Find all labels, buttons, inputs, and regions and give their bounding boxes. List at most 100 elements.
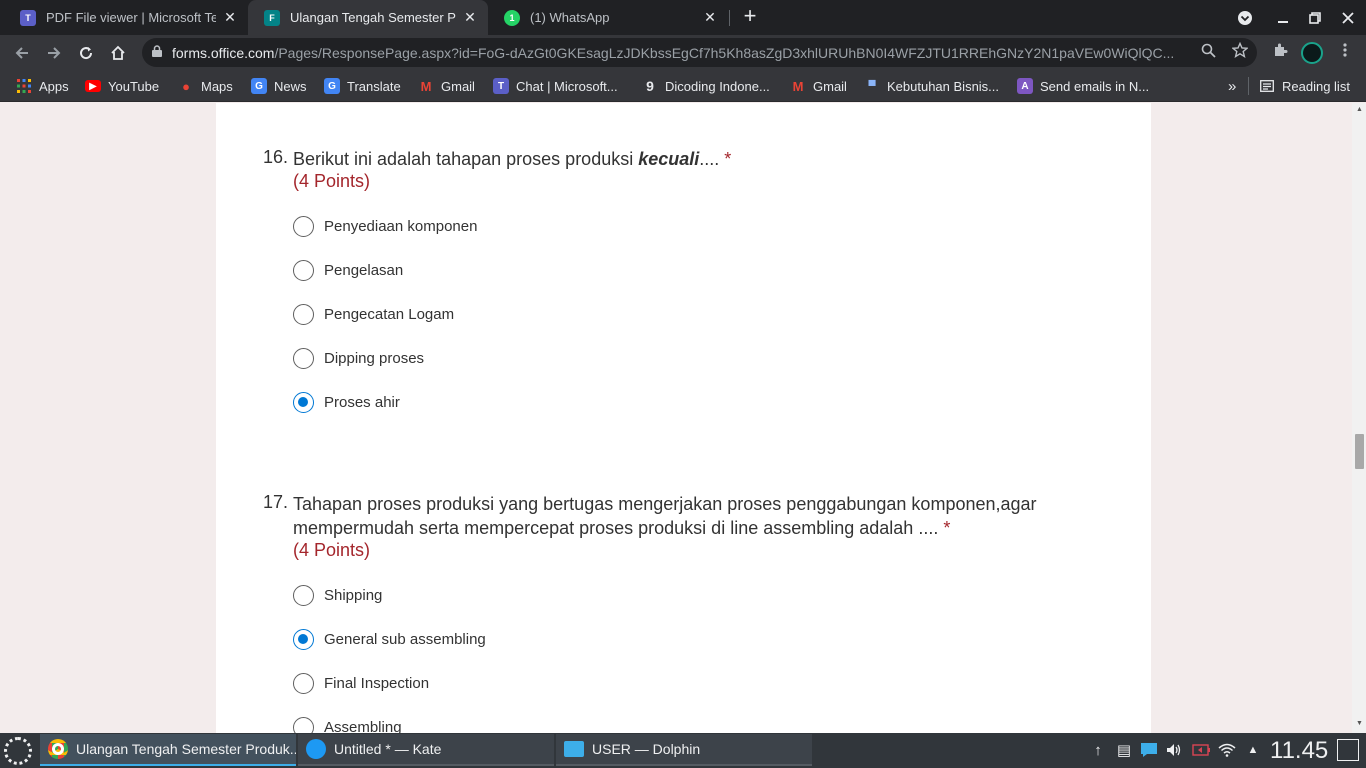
radio-button[interactable]: [293, 303, 314, 325]
application-launcher-icon[interactable]: [4, 737, 32, 765]
bookmark-label: Send emails in N...: [1040, 78, 1150, 94]
wifi-icon[interactable]: [1217, 739, 1237, 761]
new-tab-button[interactable]: +: [738, 5, 762, 29]
task-label: Ulangan Tengah Semester Produk...: [76, 741, 296, 757]
restore-icon[interactable]: [1299, 0, 1331, 35]
page-scrollbar[interactable]: ▲ ▼: [1352, 103, 1366, 733]
reading-list-label: Reading list: [1282, 78, 1350, 94]
option-label: Proses ahir: [324, 393, 400, 411]
teams-icon: T: [20, 9, 36, 26]
clock[interactable]: 11.45: [1270, 737, 1328, 765]
bookmark-gmail-2[interactable]: M Gmail: [790, 77, 847, 95]
required-mark: *: [724, 149, 732, 169]
chrome-menu-icon[interactable]: [1333, 38, 1357, 62]
radio-button[interactable]: [293, 584, 314, 606]
taskbar: Ulangan Tengah Semester Produk... Untitl…: [0, 733, 1366, 768]
radio-button[interactable]: [293, 347, 314, 369]
task-label: USER — Dolphin: [592, 741, 701, 757]
required-mark: *: [943, 518, 951, 538]
profile-avatar[interactable]: [1301, 42, 1323, 64]
bookmark-label: Maps: [201, 78, 233, 94]
option-penyediaan-komponen[interactable]: Penyediaan komponen: [293, 215, 477, 237]
tab-title: (1) WhatsApp: [530, 10, 610, 25]
option-final-inspection[interactable]: Final Inspection: [293, 672, 429, 694]
forward-icon[interactable]: [39, 38, 69, 68]
minimize-icon[interactable]: [1267, 0, 1299, 35]
bookmarks-separator: [1248, 77, 1249, 95]
option-label: Assembling: [324, 718, 402, 734]
bookmark-dicoding[interactable]: 9 Dicoding Indone...: [642, 77, 770, 95]
tab-pdf-viewer[interactable]: T PDF File viewer | Microsoft Te ✕: [4, 0, 248, 35]
bookmark-kebutuhan-bisnis[interactable]: ▀ Kebutuhan Bisnis...: [864, 77, 999, 95]
close-tab-icon[interactable]: ✕: [702, 9, 718, 26]
radio-button-selected[interactable]: [293, 391, 314, 413]
news-icon: G: [251, 78, 267, 94]
bookmark-label: Gmail: [813, 78, 847, 94]
battery-icon[interactable]: [1191, 739, 1211, 761]
page-content: 16. Berikut ini adalah tahapan proses pr…: [0, 103, 1352, 733]
bookmark-label: Apps: [39, 78, 69, 94]
zoom-icon[interactable]: [1196, 38, 1220, 62]
bookmark-maps[interactable]: ● Maps: [178, 77, 233, 95]
option-label: Shipping: [324, 586, 383, 604]
apps-grid-icon: [16, 78, 32, 94]
scroll-down-icon[interactable]: ▼: [1355, 720, 1364, 727]
task-dolphin[interactable]: USER — Dolphin: [556, 734, 812, 766]
tab-search-icon[interactable]: [1229, 0, 1261, 35]
option-label: Pengelasan: [324, 261, 404, 279]
tray-expand-icon[interactable]: ▲: [1243, 739, 1263, 761]
bookmark-send-emails[interactable]: A Send emails in N...: [1017, 77, 1149, 95]
scrollbar-thumb[interactable]: [1355, 434, 1364, 469]
extensions-icon[interactable]: [1268, 38, 1292, 62]
update-icon[interactable]: ↑: [1088, 739, 1108, 761]
tab-forms[interactable]: F Ulangan Tengah Semester Pr ✕: [248, 0, 488, 35]
clipboard-icon[interactable]: ▤: [1114, 739, 1134, 761]
bookmark-translate[interactable]: G Translate: [324, 77, 401, 95]
form-card: 16. Berikut ini adalah tahapan proses pr…: [216, 103, 1151, 733]
task-chrome[interactable]: Ulangan Tengah Semester Produk...: [40, 734, 296, 766]
close-tab-icon[interactable]: ✕: [222, 9, 238, 26]
bookmark-star-icon[interactable]: [1228, 38, 1252, 62]
bookmark-apps[interactable]: Apps: [16, 77, 69, 95]
volume-icon[interactable]: [1164, 739, 1184, 761]
option-pengelasan[interactable]: Pengelasan: [293, 259, 403, 281]
bookmark-chat-microsoft[interactable]: T Chat | Microsoft...: [493, 77, 618, 95]
radio-button[interactable]: [293, 215, 314, 237]
lock-icon[interactable]: [152, 45, 172, 60]
radio-button[interactable]: [293, 259, 314, 281]
question-text: Tahapan proses produksi yang bertugas me…: [293, 494, 1037, 538]
tab-whatsapp[interactable]: 1 (1) WhatsApp ✕: [488, 0, 728, 35]
option-pengecatan-logam[interactable]: Pengecatan Logam: [293, 303, 454, 325]
option-assembling[interactable]: Assembling: [293, 716, 402, 733]
close-window-icon[interactable]: [1332, 0, 1364, 35]
address-bar[interactable]: forms.office.com /Pages/ResponsePage.asp…: [142, 38, 1257, 67]
kate-icon: [306, 739, 326, 759]
close-tab-icon[interactable]: ✕: [462, 9, 478, 26]
reload-icon[interactable]: [71, 38, 101, 68]
option-label: Penyediaan komponen: [324, 217, 478, 235]
bookmark-news[interactable]: G News: [251, 77, 307, 95]
bookmark-gmail[interactable]: M Gmail: [418, 77, 475, 95]
option-general-sub-assembling[interactable]: General sub assembling: [293, 628, 486, 650]
scroll-up-icon[interactable]: ▲: [1355, 106, 1364, 113]
notifications-icon[interactable]: [1139, 739, 1159, 761]
radio-button-selected[interactable]: [293, 628, 314, 650]
radio-button[interactable]: [293, 672, 314, 694]
task-kate[interactable]: Untitled * — Kate: [298, 734, 554, 766]
bookmark-youtube[interactable]: ▶ YouTube: [85, 77, 159, 95]
maps-icon: ●: [182, 78, 190, 94]
tab-title: PDF File viewer | Microsoft Te: [46, 10, 216, 25]
option-proses-ahir[interactable]: Proses ahir: [293, 391, 400, 413]
reading-list-button[interactable]: Reading list: [1259, 77, 1350, 95]
bookmarks-overflow-button[interactable]: »: [1228, 77, 1236, 95]
show-desktop-icon[interactable]: [1337, 739, 1359, 761]
dolphin-icon: [564, 741, 584, 757]
url-path: /Pages/ResponsePage.aspx?id=FoG-dAzGt0GK…: [274, 44, 1175, 61]
option-dipping-proses[interactable]: Dipping proses: [293, 347, 424, 369]
whatsapp-icon: 1: [504, 9, 520, 26]
back-icon[interactable]: [7, 38, 37, 68]
home-icon[interactable]: [103, 38, 133, 68]
option-shipping[interactable]: Shipping: [293, 584, 382, 606]
gmail-icon: M: [792, 78, 804, 94]
radio-button[interactable]: [293, 716, 314, 733]
